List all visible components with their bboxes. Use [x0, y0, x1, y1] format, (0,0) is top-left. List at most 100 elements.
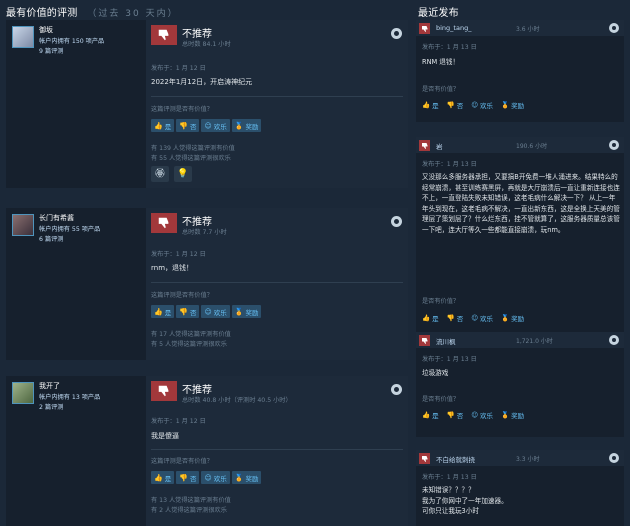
vote-buttons: 👍 是 👎 否 ☺ 欢乐 🏅 奖励 [422, 410, 524, 420]
award-button[interactable]: 🏅 奖励 [501, 313, 524, 323]
author-review-count[interactable]: 6 篇评测 [39, 234, 63, 243]
vote-funny-button[interactable]: ☺ 欢乐 [201, 305, 230, 318]
recent-author-name[interactable]: 不白给就刺挠 [436, 454, 475, 464]
vote-yes-button[interactable]: 👍 是 [422, 100, 439, 110]
author-name[interactable]: 我开了 [39, 381, 60, 391]
steam-icon [391, 384, 402, 395]
review-verdict[interactable]: 不推荐 [182, 25, 212, 40]
recent-review-header[interactable]: 流川枫 1,721.0 小时 [416, 332, 624, 348]
review-card: 长门有希酱 帐户内拥有 55 项产品 6 篇评测 不推荐 总时数 7.7 小时 … [6, 208, 408, 360]
recent-text: RNM 退钱！ [422, 58, 460, 66]
recent-text: 垃圾游戏 [422, 369, 449, 377]
review-author-block[interactable]: 长门有希酱 帐户内拥有 55 项产品 6 篇评测 [6, 208, 144, 360]
recent-hours: 1,721.0 小时 [516, 338, 553, 345]
thumbs-down-icon: 👎 [179, 121, 188, 130]
most-helpful-header: 最有价值的评测 （过去 30 天内） [6, 4, 179, 19]
review-date: 发布于：1 月 12 日 [151, 65, 206, 72]
vote-no-button[interactable]: 👎 否 [176, 305, 200, 318]
vote-buttons: 👍 是 👎 否 ☺ 欢乐 🏅 奖励 [151, 119, 262, 132]
review-verdict[interactable]: 不推荐 [182, 213, 212, 228]
recent-text: 又没那么多服务器承担，又要搞B开免费一堆人涌进来。结果特么的经常崩溃，甚至训练赛… [422, 173, 620, 234]
wrench-icon [609, 453, 619, 463]
author-products[interactable]: 帐户内拥有 150 项产品 [39, 36, 104, 45]
vote-funny-button[interactable]: ☺ 欢乐 [471, 410, 493, 420]
award-button[interactable]: 🏅 奖励 [501, 410, 524, 420]
funny-count: 有 5 人觉得这篇评测很欢乐 [151, 341, 227, 348]
avatar[interactable] [12, 214, 34, 236]
helpful-count: 有 13 人觉得这篇评测有价值 [151, 497, 231, 504]
author-products[interactable]: 帐户内拥有 55 项产品 [39, 224, 100, 233]
smile-icon: ☺ [204, 121, 212, 130]
thumbs-down-icon: 👎 [179, 473, 188, 482]
vote-yes-button[interactable]: 👍 是 [151, 305, 175, 318]
vote-funny-button[interactable]: ☺ 欢乐 [201, 119, 230, 132]
recent-date: 发布于：1 月 13 日 [422, 474, 477, 481]
vote-funny-button[interactable]: ☺ 欢乐 [471, 313, 493, 323]
smile-icon: ☺ [471, 411, 478, 419]
vote-yes-label: 是 [164, 474, 172, 483]
award-icon: 🏅 [234, 121, 244, 130]
thumbs-down-icon: 👎 [446, 411, 455, 419]
author-name[interactable]: 御坂 [39, 25, 53, 35]
avatar[interactable] [12, 26, 34, 48]
award-button[interactable]: 🏅 奖励 [231, 305, 262, 318]
vote-yes-button[interactable]: 👍 是 [151, 119, 175, 132]
award-button[interactable]: 🏅 奖励 [501, 100, 524, 110]
author-products[interactable]: 帐户内拥有 13 项产品 [39, 392, 100, 401]
vote-buttons: 👍 是 👎 否 ☺ 欢乐 🏅 奖励 [422, 313, 524, 323]
helpful-question: 是否有价值？ [422, 298, 460, 305]
avatar[interactable] [12, 382, 34, 404]
thumbs-up-icon: 👍 [154, 473, 163, 482]
vote-no-button[interactable]: 👎 否 [447, 313, 464, 323]
recent-review-header[interactable]: 不白给就刺挠 3.3 小时 [416, 450, 624, 466]
recent-review-header[interactable]: bing_tang_ 3.6 小时 [416, 20, 624, 36]
review-author-block[interactable]: 我开了 帐户内拥有 13 项产品 2 篇评测 [6, 376, 144, 526]
thumbs-up-icon: 👍 [422, 314, 431, 322]
author-name[interactable]: 长门有希酱 [39, 213, 74, 223]
vote-yes-button[interactable]: 👍 是 [422, 313, 439, 323]
review-verdict[interactable]: 不推荐 [182, 381, 212, 396]
review-author-block[interactable]: 御坂 帐户内拥有 150 项产品 9 篇评测 [6, 20, 144, 188]
vote-no-button[interactable]: 👎 否 [176, 119, 200, 132]
award-icon: 🏅 [500, 411, 510, 419]
review-hours: 总时数 84.1 小时 [182, 41, 231, 48]
vote-yes-button[interactable]: 👍 是 [422, 410, 439, 420]
recent-author-name[interactable]: 岩 [436, 141, 443, 151]
recent-author-name[interactable]: 流川枫 [436, 336, 456, 346]
thumbs-down-icon [151, 213, 177, 233]
vote-funny-button[interactable]: ☺ 欢乐 [471, 100, 493, 110]
vote-buttons: 👍 是 👎 否 ☺ 欢乐 🏅 奖励 [151, 471, 262, 484]
helpful-count: 有 17 人觉得这篇评测有价值 [151, 331, 231, 338]
review-date: 发布于：1 月 12 日 [151, 251, 206, 258]
vote-no-button[interactable]: 👎 否 [447, 410, 464, 420]
thumbs-down-icon [151, 381, 177, 401]
vote-no-button[interactable]: 👎 否 [447, 100, 464, 110]
helpful-question: 这篇评测是否有价值？ [151, 292, 213, 299]
vote-buttons: 👍 是 👎 否 ☺ 欢乐 🏅 奖励 [422, 100, 524, 110]
recent-author-name[interactable]: bing_tang_ [436, 24, 471, 32]
thumbs-up-icon: 👍 [154, 121, 163, 130]
recent-review-card: 岩 190.6 小时 发布于：1 月 13 日 又没那么多服务器承担，又要搞B开… [416, 137, 624, 335]
smile-icon: ☺ [204, 307, 212, 316]
award-icon: 🏅 [234, 473, 244, 482]
thumbs-down-icon: 👎 [179, 307, 188, 316]
award-icon[interactable]: 🏵 [151, 166, 169, 182]
vote-no-button[interactable]: 👎 否 [176, 471, 200, 484]
award-button[interactable]: 🏅 奖励 [231, 119, 262, 132]
author-review-count[interactable]: 2 篇评测 [39, 402, 63, 411]
steam-icon [609, 23, 619, 33]
vote-funny-button[interactable]: ☺ 欢乐 [201, 471, 230, 484]
author-review-count[interactable]: 9 篇评测 [39, 46, 63, 55]
divider [151, 449, 403, 450]
vote-buttons: 👍 是 👎 否 ☺ 欢乐 🏅 奖励 [151, 305, 262, 318]
award-label: 奖励 [245, 474, 259, 483]
helpful-count: 有 139 人觉得这篇评测有价值 [151, 145, 235, 152]
award-icon: 🏅 [500, 101, 510, 109]
vote-yes-button[interactable]: 👍 是 [151, 471, 175, 484]
award-button[interactable]: 🏅 奖励 [231, 471, 262, 484]
recent-review-header[interactable]: 岩 190.6 小时 [416, 137, 624, 153]
review-body: 不推荐 总时数 7.7 小时 发布于：1 月 12 日 rnm，退钱！ 这篇评测… [146, 208, 408, 360]
vote-no-label: 否 [189, 474, 197, 483]
thumbs-down-icon [419, 335, 430, 346]
award-icon[interactable]: 💡 [174, 166, 192, 182]
